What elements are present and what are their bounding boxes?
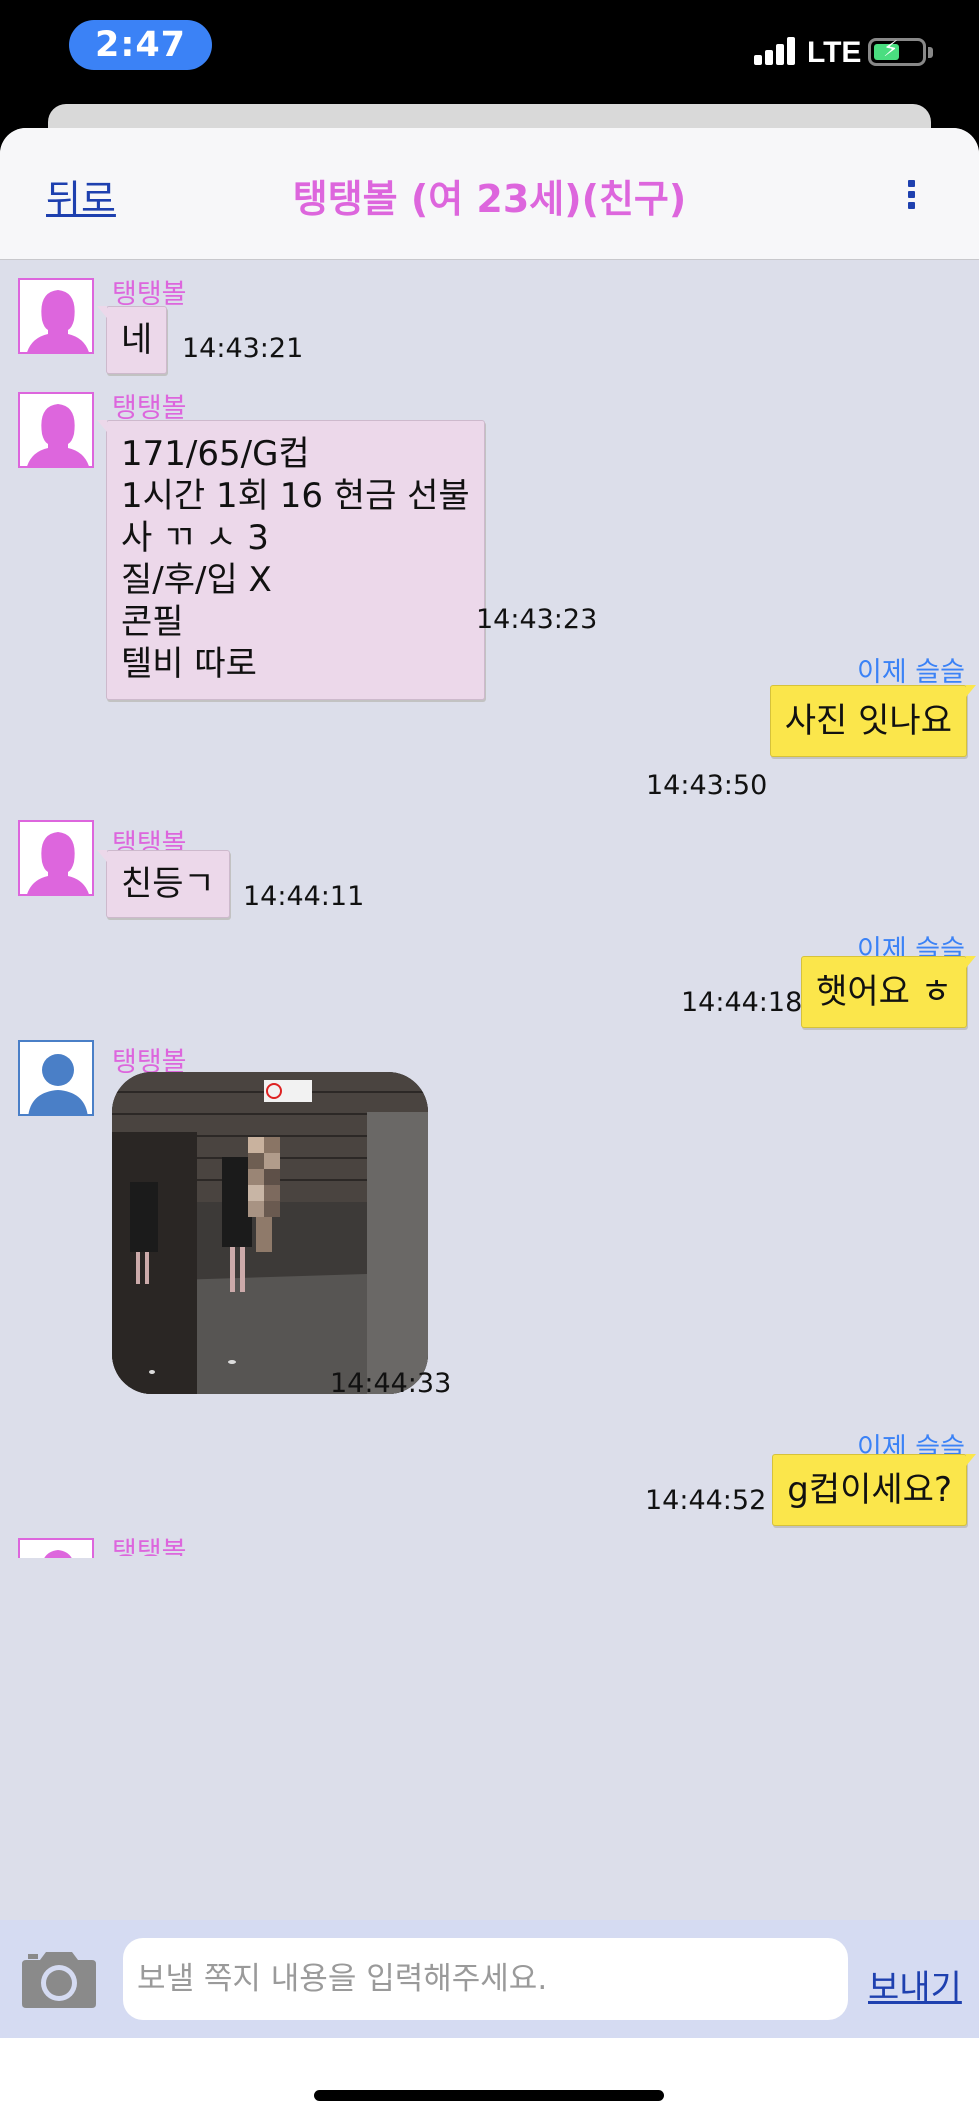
message-line: 171/65/G컵 <box>121 434 310 474</box>
message-time: 14:44:52 <box>645 1485 767 1516</box>
message-bubble-incoming[interactable]: 네 <box>96 306 168 374</box>
message-bubble-outgoing[interactable]: 햇어요 ㅎ <box>801 956 976 1028</box>
message-line: 텔비 따로 <box>121 644 257 684</box>
female-avatar-icon[interactable] <box>18 820 94 896</box>
battery-icon: ⚡ <box>868 37 926 66</box>
status-time: 2:47 <box>69 20 212 70</box>
more-vertical-icon[interactable] <box>908 180 916 210</box>
compose-bar: 보내기 <box>0 1920 979 2038</box>
message-time: 14:43:50 <box>646 770 768 801</box>
sender-name: 탱탱볼 <box>112 1538 187 1556</box>
message-time: 14:44:33 <box>330 1368 452 1399</box>
female-avatar-icon[interactable] <box>18 1538 94 1558</box>
message-list[interactable]: 탱탱볼 네 14:43:21 탱탱볼 171/65/G컵 1시간 1회 16 현… <box>0 260 979 1920</box>
message-time: 14:43:21 <box>182 333 304 364</box>
nav-bar: 뒤로 탱탱볼 (여 23세)(친구) <box>0 128 979 260</box>
chat-title: 탱탱볼 (여 23세)(친구) <box>292 177 687 221</box>
message-bubble-outgoing[interactable]: 사진 잇나요 <box>769 685 977 757</box>
my-name: 이제 슬슬 <box>857 657 965 688</box>
send-button[interactable]: 보내기 <box>868 1960 962 2009</box>
battery-cap <box>928 47 933 58</box>
photo-message[interactable] <box>112 1072 428 1394</box>
message-input[interactable] <box>123 1938 848 2020</box>
message-line: 1시간 1회 16 현금 선불 <box>121 476 470 516</box>
message-time: 14:43:23 <box>476 604 598 635</box>
chat-sheet: 뒤로 탱탱볼 (여 23세)(친구) 탱탱볼 네 14:43:21 탱탱볼 17… <box>0 128 979 2120</box>
message-bubble-incoming[interactable]: 171/65/G컵 1시간 1회 16 현금 선불 사 ㄲ ㅅ 3 질/후/입 … <box>97 420 485 700</box>
camera-icon[interactable] <box>18 1950 100 2010</box>
female-avatar-icon[interactable] <box>18 278 94 354</box>
female-avatar-icon[interactable] <box>18 392 94 468</box>
person-avatar-icon[interactable] <box>18 1040 94 1116</box>
message-time: 14:44:18 <box>681 987 803 1018</box>
network-label: LTE <box>807 36 862 69</box>
message-bubble-incoming[interactable]: 친등ㄱ <box>97 850 230 918</box>
signal-icon <box>754 37 798 65</box>
message-time: 14:44:11 <box>243 881 365 912</box>
message-line: 질/후/입 X <box>121 560 272 600</box>
home-indicator[interactable] <box>314 2090 664 2101</box>
message-line: 콘필 <box>121 602 184 642</box>
message-bubble-outgoing[interactable]: g컵이세요? <box>772 1454 976 1526</box>
message-line: 사 ㄲ ㅅ 3 <box>121 518 269 558</box>
